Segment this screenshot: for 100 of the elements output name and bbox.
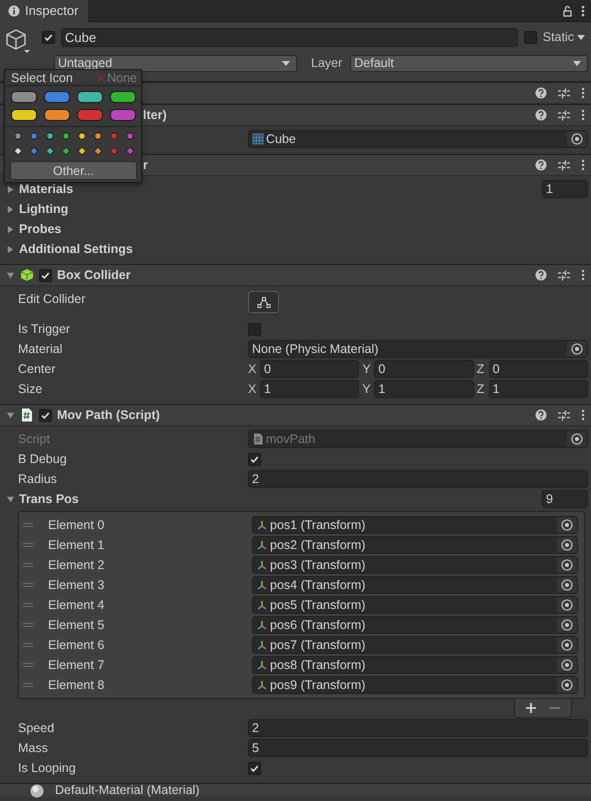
object-picker-icon[interactable] (557, 677, 577, 693)
checkbox[interactable] (248, 322, 261, 336)
color-label-swatch[interactable] (77, 91, 103, 103)
plus-icon[interactable] (526, 703, 536, 713)
dot-icon[interactable] (126, 132, 134, 140)
object-field[interactable]: Cube (248, 130, 588, 148)
cube-icon[interactable] (4, 27, 32, 55)
drag-handle-icon[interactable] (23, 622, 33, 628)
active-checkbox[interactable] (42, 30, 55, 44)
object-field[interactable]: pos7 (Transform) (252, 636, 578, 654)
layer-dropdown[interactable]: Default (350, 54, 588, 72)
dot-icon[interactable] (14, 132, 22, 140)
menu-icon[interactable] (581, 409, 585, 421)
foldout-arrow-icon[interactable] (6, 410, 15, 420)
number-field[interactable]: 0 (374, 360, 474, 378)
menu-icon[interactable] (581, 109, 585, 121)
drag-handle-icon[interactable] (23, 562, 33, 568)
color-label-swatch[interactable] (44, 91, 70, 103)
foldout-arrow-icon[interactable] (6, 494, 15, 504)
help-icon[interactable] (535, 109, 547, 121)
object-field[interactable]: pos3 (Transform) (252, 556, 578, 574)
sliders-icon[interactable] (558, 409, 570, 421)
sliders-icon[interactable] (558, 269, 570, 281)
foldout-label[interactable]: Additional Settings (19, 242, 133, 256)
object-picker-icon[interactable] (557, 617, 577, 633)
color-label-swatch[interactable] (44, 109, 70, 121)
static-checkbox[interactable] (524, 30, 537, 44)
number-field[interactable]: 2 (248, 719, 588, 737)
object-picker-icon[interactable] (567, 131, 587, 147)
inspector-tab[interactable]: Inspector (0, 0, 88, 22)
object-picker-icon[interactable] (557, 557, 577, 573)
drag-handle-icon[interactable] (23, 662, 33, 668)
object-field[interactable]: pos9 (Transform) (252, 676, 578, 694)
object-picker-icon[interactable] (557, 537, 577, 553)
object-field[interactable]: pos8 (Transform) (252, 656, 578, 674)
component-checkbox[interactable] (39, 268, 52, 282)
dot-icon[interactable] (110, 132, 118, 140)
drag-handle-icon[interactable] (23, 642, 33, 648)
menu-icon[interactable] (581, 4, 585, 16)
object-picker-icon[interactable] (557, 657, 577, 673)
color-label-swatch[interactable] (11, 109, 37, 121)
object-field[interactable]: None (Physic Material) (248, 340, 588, 358)
drag-handle-icon[interactable] (23, 522, 33, 528)
checkbox[interactable] (248, 452, 261, 466)
edit-collider-button[interactable] (248, 291, 279, 313)
object-picker-icon[interactable] (557, 517, 577, 533)
component-checkbox[interactable] (39, 408, 52, 422)
foldout-arrow-icon[interactable] (6, 244, 15, 254)
object-field[interactable]: pos1 (Transform) (252, 516, 578, 534)
foldout-label[interactable]: Lighting (19, 202, 68, 216)
dot-icon[interactable] (46, 132, 54, 140)
tag-dropdown[interactable]: Untagged (54, 54, 297, 72)
object-picker-icon[interactable] (567, 431, 587, 447)
menu-icon[interactable] (581, 159, 585, 171)
color-label-swatch[interactable] (110, 109, 136, 121)
help-icon[interactable] (535, 269, 547, 281)
dot-icon[interactable] (62, 132, 70, 140)
color-label-swatch[interactable] (77, 109, 103, 121)
sliders-icon[interactable] (558, 109, 570, 121)
menu-icon[interactable] (581, 87, 585, 99)
menu-icon[interactable] (581, 269, 585, 281)
help-icon[interactable] (535, 87, 547, 99)
object-picker-icon[interactable] (557, 577, 577, 593)
dot-icon[interactable] (78, 132, 86, 140)
foldout-arrow-icon[interactable] (6, 224, 15, 234)
help-icon[interactable] (535, 409, 547, 421)
object-field[interactable]: pos4 (Transform) (252, 576, 578, 594)
name-field[interactable]: Cube (61, 28, 518, 46)
component-header[interactable]: Mov Path (Script) (0, 404, 591, 426)
lock-icon[interactable] (561, 4, 573, 16)
object-field[interactable]: pos5 (Transform) (252, 596, 578, 614)
color-label-swatch[interactable] (11, 91, 37, 103)
number-field[interactable]: 1 (488, 380, 588, 398)
dot-icon[interactable] (94, 132, 102, 140)
number-field[interactable]: 2 (248, 470, 588, 488)
drag-handle-icon[interactable] (23, 602, 33, 608)
object-field[interactable]: pos2 (Transform) (252, 536, 578, 554)
checkbox[interactable] (248, 762, 261, 774)
foldout-label[interactable]: Trans Pos (19, 492, 79, 506)
object-picker-icon[interactable] (557, 637, 577, 653)
help-icon[interactable] (535, 159, 547, 171)
foldout-label[interactable]: Materials (19, 182, 74, 196)
sliders-icon[interactable] (558, 159, 570, 171)
sliders-icon[interactable] (558, 87, 570, 99)
foldout-label[interactable]: Probes (19, 222, 62, 236)
static-dropdown[interactable]: Static (542, 30, 585, 44)
drag-handle-icon[interactable] (23, 682, 33, 688)
foldout-arrow-icon[interactable] (6, 204, 15, 214)
object-picker-icon[interactable] (557, 597, 577, 613)
number-field[interactable]: 0 (260, 360, 360, 378)
component-header[interactable]: Default-Material (Material) (0, 783, 591, 797)
component-header[interactable]: Box Collider (0, 264, 591, 286)
foldout-arrow-icon[interactable] (6, 184, 15, 194)
number-field[interactable]: 1 (374, 380, 474, 398)
size-field[interactable]: 9 (542, 490, 588, 508)
object-field[interactable]: pos6 (Transform) (252, 616, 578, 634)
number-field[interactable]: 0 (488, 360, 588, 378)
count-field[interactable]: 1 (542, 180, 588, 198)
foldout-arrow-icon[interactable] (6, 270, 15, 280)
object-picker-icon[interactable] (567, 341, 587, 357)
